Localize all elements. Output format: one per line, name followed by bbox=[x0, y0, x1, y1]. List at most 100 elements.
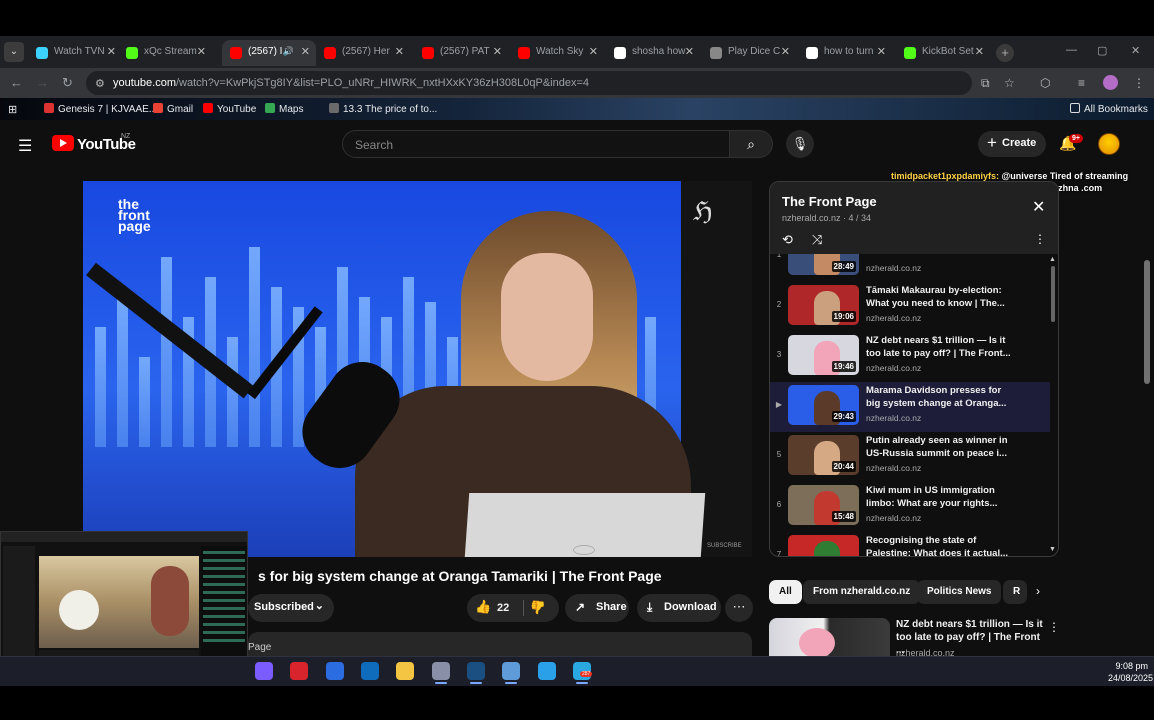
browser-tab[interactable]: Play Dice C ✕ bbox=[702, 40, 796, 66]
tab-close-icon[interactable]: ✕ bbox=[493, 45, 502, 58]
bookmark-star-icon[interactable]: ☆ bbox=[1004, 76, 1015, 90]
filter-chip[interactable]: All bbox=[769, 580, 802, 604]
forward-icon[interactable]: → bbox=[36, 75, 49, 90]
system-clock[interactable]: 9:08 pm 24/08/2025 bbox=[1108, 660, 1153, 684]
tab-close-icon[interactable]: ✕ bbox=[975, 45, 984, 58]
playlist-item[interactable]: 6 15:48 Kiwi mum in US immigration limbo: … bbox=[770, 482, 1050, 532]
notepad-app-icon[interactable] bbox=[502, 662, 520, 680]
search-button[interactable]: ⌕ bbox=[729, 130, 773, 158]
thumbs-up-icon[interactable]: 👍 bbox=[475, 599, 491, 615]
tab-close-icon[interactable]: ✕ bbox=[395, 45, 404, 58]
tab-close-icon[interactable]: ✕ bbox=[301, 45, 310, 58]
browser-tab[interactable]: (2567) I 🔊 ✕ bbox=[222, 40, 316, 66]
tab-close-icon[interactable]: ✕ bbox=[877, 45, 886, 58]
playlist-item[interactable]: ▶ 29:43 Marama Davidson presses for big sy… bbox=[770, 382, 1050, 432]
youtube-logo-icon[interactable] bbox=[52, 135, 74, 151]
recommendation-channel[interactable]: nzherald.co.nz bbox=[896, 648, 955, 656]
folder-app-icon[interactable] bbox=[396, 662, 414, 680]
reading-list-icon[interactable]: ≡ bbox=[1078, 76, 1085, 90]
video-player[interactable]: the front page ℌ SUBSCRIBE bbox=[83, 181, 752, 557]
calendar-app-icon[interactable] bbox=[326, 662, 344, 680]
minimize-icon[interactable]: — bbox=[1066, 44, 1077, 56]
tab-close-icon[interactable]: ✕ bbox=[685, 45, 694, 58]
browser-tab[interactable]: xQc Stream ✕ bbox=[118, 40, 212, 66]
browser-menu-icon[interactable]: ⋮ bbox=[1133, 76, 1145, 90]
hamburger-menu-icon[interactable]: ☰ bbox=[18, 136, 32, 156]
browser-tab[interactable]: shosha how ✕ bbox=[606, 40, 700, 66]
playlist-thumbnail[interactable]: 19:46 bbox=[788, 335, 859, 375]
account-avatar[interactable] bbox=[1098, 133, 1120, 155]
playlist-more-icon[interactable]: ⋮ bbox=[1034, 232, 1046, 246]
extensions-icon[interactable]: ⬡ bbox=[1040, 76, 1050, 90]
playlist-item[interactable]: 3 19:46 NZ debt nears $1 trillion — Is it … bbox=[770, 332, 1050, 382]
close-window-icon[interactable]: ✕ bbox=[1131, 44, 1140, 57]
create-button[interactable]: Create bbox=[978, 131, 1046, 157]
feather-app-icon[interactable] bbox=[432, 662, 450, 680]
browser-tab[interactable]: (2567) PAT ✕ bbox=[414, 40, 508, 66]
bookmark-item[interactable]: Gmail bbox=[153, 103, 193, 115]
lightning-app-icon[interactable] bbox=[290, 662, 308, 680]
playlist-title[interactable]: The Front Page bbox=[782, 194, 877, 209]
bookmark-item[interactable]: YouTube bbox=[203, 103, 256, 115]
search-input[interactable]: Search bbox=[342, 130, 730, 158]
browser-tab[interactable]: Watch TVN ✕ bbox=[28, 40, 122, 66]
cast-icon[interactable]: ⧉ bbox=[981, 76, 990, 91]
browser-tab[interactable]: how to turn ✕ bbox=[798, 40, 892, 66]
more-actions-button[interactable]: ⋯ bbox=[725, 594, 753, 622]
speaker-icon[interactable]: 🔊 bbox=[283, 46, 294, 57]
playlist-thumbnail[interactable]: 29:43 bbox=[788, 385, 859, 425]
description-box[interactable]: Page bbox=[248, 632, 752, 656]
apps-grid-icon[interactable]: ⊞ bbox=[8, 103, 17, 116]
new-tab-button[interactable]: + bbox=[996, 44, 1014, 62]
steam-app-icon[interactable] bbox=[467, 662, 485, 680]
filter-chip[interactable]: R bbox=[1003, 580, 1027, 604]
tab-search-menu-button[interactable]: ⌄ bbox=[4, 42, 24, 62]
browser-tab[interactable]: (2567) Her ✕ bbox=[316, 40, 410, 66]
playlist-thumbnail[interactable]: 28:49 bbox=[788, 254, 859, 275]
download-button[interactable]: ⤓ Download bbox=[637, 594, 721, 622]
tab-close-icon[interactable]: ✕ bbox=[107, 45, 116, 58]
store-app-icon[interactable] bbox=[538, 662, 556, 680]
playlist-item[interactable]: 7 Recognising the state of Palestine: Wha… bbox=[770, 532, 1050, 556]
scroll-up-icon[interactable]: ▲ bbox=[1049, 256, 1056, 263]
url-field[interactable]: ⚙ youtube.com/watch?v=KwPkjSTg8IY&list=P… bbox=[86, 71, 972, 95]
filter-chip[interactable]: Politics News bbox=[917, 580, 1002, 604]
site-info-icon[interactable]: ⚙ bbox=[95, 77, 105, 90]
loop-icon[interactable]: ⟲ bbox=[782, 232, 793, 248]
back-icon[interactable]: ← bbox=[10, 75, 23, 90]
playlist-thumbnail[interactable]: 19:06 bbox=[788, 285, 859, 325]
outlook-app-icon[interactable] bbox=[361, 662, 379, 680]
recommendation-more-icon[interactable]: ⋮ bbox=[1048, 620, 1060, 634]
shuffle-icon[interactable]: ⤨ bbox=[812, 232, 822, 248]
scroll-down-icon[interactable]: ▼ bbox=[1049, 546, 1056, 553]
bookmark-item[interactable]: 13.3 The price of to... bbox=[329, 103, 437, 115]
tab-close-icon[interactable]: ✕ bbox=[781, 45, 790, 58]
chevron-right-icon[interactable]: › bbox=[1036, 584, 1040, 598]
profile-avatar[interactable] bbox=[1103, 75, 1118, 90]
playlist-thumbnail[interactable]: 20:44 bbox=[788, 435, 859, 475]
thumbs-down-icon[interactable]: 👍 bbox=[530, 599, 546, 615]
all-bookmarks-button[interactable]: All Bookmarks bbox=[1070, 103, 1148, 115]
playlist-item[interactable]: 2 19:06 Tāmaki Makaurau by-election: What … bbox=[770, 282, 1050, 332]
browser-tab[interactable]: KickBot Set ✕ bbox=[896, 40, 990, 66]
playlist-thumbnail[interactable] bbox=[788, 535, 859, 556]
browser-tab[interactable]: Watch Sky ✕ bbox=[510, 40, 604, 66]
reload-icon[interactable]: ↻ bbox=[62, 75, 73, 91]
like-count[interactable]: 22 bbox=[497, 602, 509, 614]
playlist-item[interactable]: 1 28:49 World-leading' in sustainable... nz… bbox=[770, 254, 1050, 282]
recommendation-thumbnail[interactable] bbox=[769, 618, 890, 656]
playlist-scrollbar[interactable] bbox=[1051, 266, 1055, 322]
bookmark-item[interactable]: Maps bbox=[265, 103, 303, 115]
page-scrollbar[interactable] bbox=[1144, 260, 1150, 384]
tab-close-icon[interactable]: ✕ bbox=[197, 45, 206, 58]
maximize-icon[interactable]: ▢ bbox=[1097, 44, 1107, 57]
close-icon[interactable]: ✕ bbox=[1032, 197, 1045, 217]
filter-chip[interactable]: From nzherald.co.nz bbox=[803, 580, 921, 604]
share-button[interactable]: ↗ Share bbox=[565, 594, 629, 622]
subscribed-button[interactable]: Subscribed ⌄ bbox=[248, 594, 334, 622]
tab-close-icon[interactable]: ✕ bbox=[589, 45, 598, 58]
playlist-thumbnail[interactable]: 15:48 bbox=[788, 485, 859, 525]
voice-search-button[interactable]: 🎙 bbox=[786, 130, 814, 158]
playlist-item[interactable]: 5 20:44 Putin already seen as winner in US… bbox=[770, 432, 1050, 482]
mail-app-icon[interactable] bbox=[255, 662, 273, 680]
